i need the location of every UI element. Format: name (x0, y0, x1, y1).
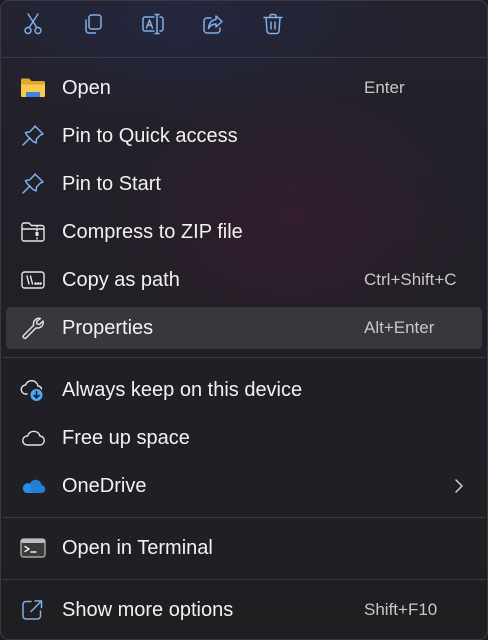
menu-item-open[interactable]: Open Enter (6, 67, 482, 109)
menu-item-properties[interactable]: Properties Alt+Enter (6, 307, 482, 349)
menu-item-copy-as-path[interactable]: Copy as path Ctrl+Shift+C (6, 259, 482, 301)
menu-item-show-more-options[interactable]: Show more options Shift+F10 (6, 589, 482, 631)
rename-icon (142, 13, 164, 35)
delete-button[interactable] (254, 6, 292, 42)
menu-separator (2, 579, 486, 580)
menu-item-pin-start[interactable]: Pin to Start (6, 163, 482, 205)
cloud-download-icon (20, 378, 46, 402)
menu-item-label: Show more options (62, 599, 234, 621)
menu-item-label: OneDrive (62, 475, 147, 497)
context-menu: Open Enter Pin to Quick access Pin to St… (0, 0, 488, 640)
quick-actions-toolbar (1, 1, 487, 51)
copy-button[interactable] (74, 6, 112, 42)
menu-item-label: Open in Terminal (62, 537, 213, 559)
shortcut-label: Ctrl+Shift+C (364, 270, 457, 289)
menu-item-label: Open (62, 77, 111, 99)
menu-separator (2, 517, 486, 518)
menu-item-label: Pin to Quick access (62, 125, 238, 147)
external-link-icon (20, 598, 46, 622)
shortcut-label: Shift+F10 (364, 600, 438, 619)
terminal-icon (20, 536, 46, 560)
delete-icon (263, 13, 283, 35)
copy-icon (85, 14, 102, 34)
folder-icon (20, 76, 46, 100)
copy-path-icon (20, 268, 46, 292)
share-icon (203, 15, 223, 34)
menu-separator (2, 357, 486, 358)
menu-item-label: Pin to Start (62, 173, 161, 195)
menu-item-label: Always keep on this device (62, 379, 303, 401)
menu-item-open-terminal[interactable]: Open in Terminal (6, 527, 482, 569)
menu-item-free-up-space[interactable]: Free up space (6, 417, 482, 459)
wrench-icon (20, 316, 46, 340)
shortcut-label: Enter (364, 78, 405, 97)
scissors-icon (24, 13, 42, 35)
onedrive-icon (20, 474, 46, 498)
menu-item-compress-zip[interactable]: Compress to ZIP file (6, 211, 482, 253)
chevron-right-icon (455, 479, 463, 493)
zip-folder-icon (20, 220, 46, 244)
rename-button[interactable] (134, 6, 172, 42)
pin-icon (20, 124, 46, 148)
menu-item-label: Copy as path (62, 269, 180, 291)
cut-button[interactable] (14, 6, 52, 42)
pin-icon (20, 172, 46, 196)
cloud-outline-icon (20, 426, 46, 450)
toolbar-separator (2, 57, 486, 58)
menu-item-label: Compress to ZIP file (62, 221, 243, 243)
menu-item-label: Properties (62, 317, 154, 339)
menu-item-always-keep[interactable]: Always keep on this device (6, 369, 482, 411)
shortcut-label: Alt+Enter (364, 318, 435, 337)
menu-item-label: Free up space (62, 427, 190, 449)
share-button[interactable] (194, 6, 232, 42)
menu-item-onedrive[interactable]: OneDrive (6, 465, 482, 507)
menu-item-pin-quick-access[interactable]: Pin to Quick access (6, 115, 482, 157)
